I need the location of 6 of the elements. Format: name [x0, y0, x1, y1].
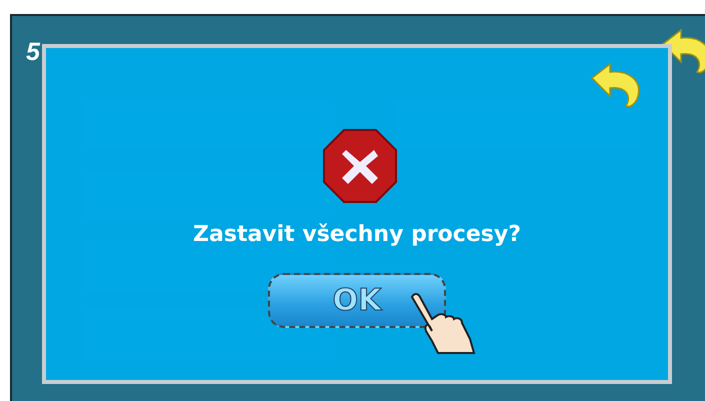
stop-sign-icon [322, 128, 398, 204]
back-arrow-icon[interactable] [659, 26, 705, 76]
ok-button[interactable]: OK [268, 273, 446, 328]
screen-title: 5 [26, 38, 40, 67]
dialog-message: Zastavit všechny procesy? [193, 222, 521, 247]
pointing-hand-icon [408, 291, 478, 355]
